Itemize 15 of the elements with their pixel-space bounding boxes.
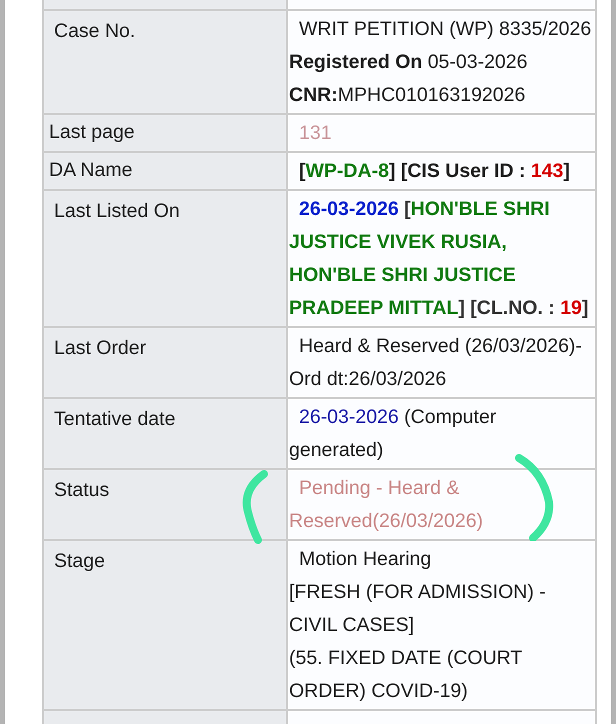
field-value: Heard & Reserved (26/03/2026)-Ord dt:26/03/2026 (287, 327, 596, 398)
field-value: WRIT PETITION (WP) 8335/2026 Registered On 05-03-2026 CNR:MPHC010163192026 (287, 10, 596, 114)
field-value: 131 (287, 114, 596, 152)
field-value: 26-03-2026 [HON'BLE SHRI JUSTICE VIVEK RUSIA, HON'BLE SHRI JUSTICE PRADEEP MITTAL] [CL.NO. : 19] (287, 190, 596, 327)
field-label: Stage (43, 540, 287, 710)
field-value: 26-03-2026 (Computer generated) (287, 398, 596, 469)
field-label: Case No. (43, 10, 287, 114)
field-label: Last Order (43, 327, 287, 398)
field-label: Last Listed On (43, 190, 287, 327)
field-value: [WP-DA-8] [CIS User ID : 143] (287, 152, 596, 190)
field-label: Tentative date (43, 398, 287, 469)
field-label: Last page (43, 114, 287, 152)
field-label: Status (43, 469, 287, 540)
field-label: DA Name (43, 152, 287, 190)
field-value: Motion Hearing [FRESH (FOR ADMISSION) - CIVIL CASES] (55. FIXED DATE (COURT ORDER) COVID-19) (287, 540, 596, 710)
